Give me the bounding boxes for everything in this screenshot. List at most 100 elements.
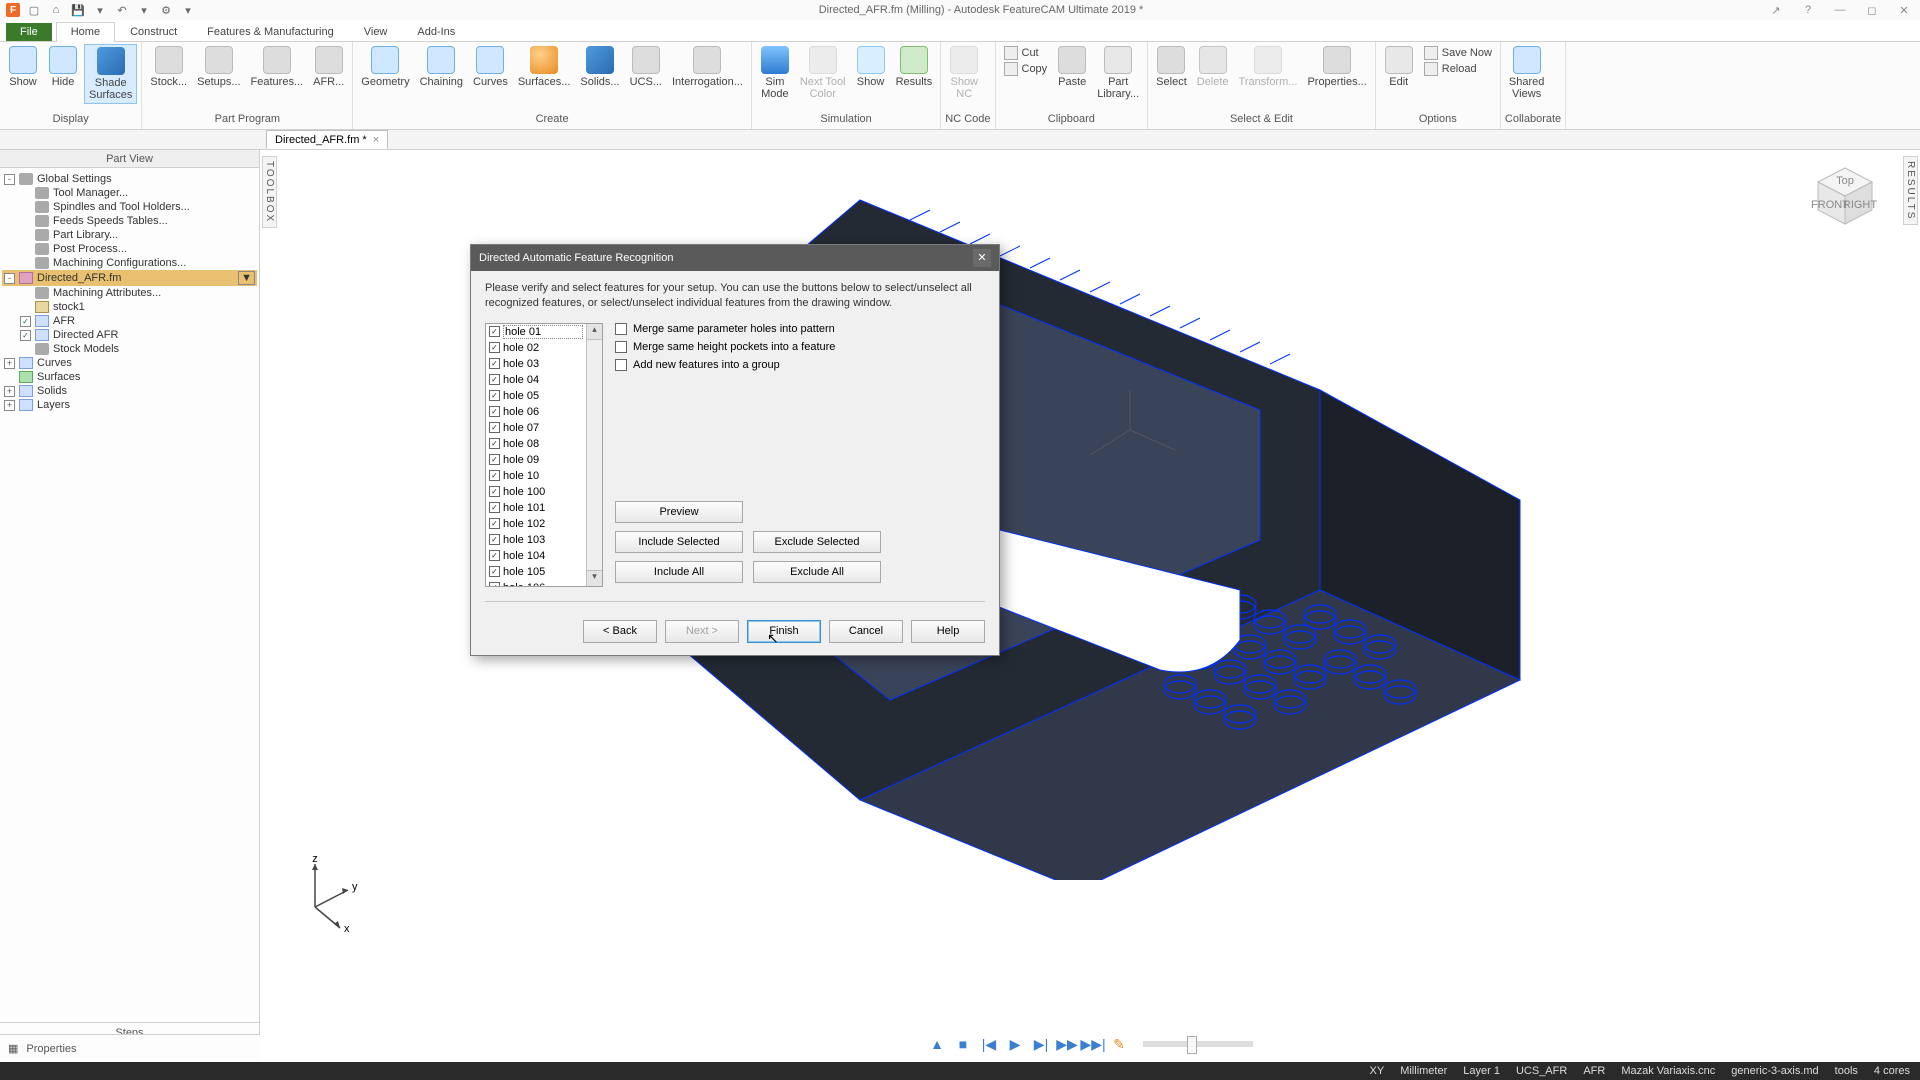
- hide-button[interactable]: Hide: [44, 44, 82, 90]
- tree-item-global-settings[interactable]: -Global Settings: [2, 172, 257, 186]
- tree-item-machining-configurations-[interactable]: Machining Configurations...: [2, 256, 257, 270]
- help-icon[interactable]: ?: [1798, 4, 1818, 17]
- checkbox-icon[interactable]: ✓: [489, 566, 500, 577]
- expand-icon[interactable]: +: [4, 358, 15, 369]
- tab-features-manufacturing[interactable]: Features & Manufacturing: [192, 22, 349, 41]
- properties-row[interactable]: ▦ Properties: [0, 1034, 260, 1062]
- setups--button[interactable]: Setups...: [193, 44, 244, 90]
- tree-item-directed-afr[interactable]: ✓Directed AFR: [2, 328, 257, 342]
- speed-slider[interactable]: [1143, 1041, 1253, 1047]
- checkbox-icon[interactable]: ✓: [489, 454, 500, 465]
- checkbox-icon[interactable]: ✓: [489, 582, 500, 587]
- feature-item[interactable]: ✓hole 03: [486, 356, 586, 372]
- cancel-button[interactable]: Cancel: [829, 620, 903, 643]
- play-icon[interactable]: ▶: [1005, 1034, 1025, 1054]
- option-merge-holes[interactable]: Merge same parameter holes into pattern: [615, 323, 985, 335]
- shade-button[interactable]: ShadeSurfaces: [84, 44, 137, 104]
- tab-add-ins[interactable]: Add-Ins: [402, 22, 470, 41]
- shared-button[interactable]: SharedViews: [1505, 44, 1548, 102]
- checkbox-icon[interactable]: ✓: [489, 358, 500, 369]
- tree-item-curves[interactable]: +Curves: [2, 356, 257, 370]
- tree-item-spindles-and-tool-holders-[interactable]: Spindles and Tool Holders...: [2, 200, 257, 214]
- feature-item[interactable]: ✓hole 106: [486, 580, 586, 587]
- status-item[interactable]: Mazak Variaxis.cnc: [1621, 1065, 1715, 1077]
- feature-item[interactable]: ✓hole 102: [486, 516, 586, 532]
- status-item[interactable]: AFR: [1583, 1065, 1605, 1077]
- back-button[interactable]: < Back: [583, 620, 657, 643]
- feature-item[interactable]: ✓hole 10: [486, 468, 586, 484]
- option-merge-pockets[interactable]: Merge same height pockets into a feature: [615, 341, 985, 353]
- close-icon[interactable]: ×: [373, 134, 379, 146]
- checkbox-icon[interactable]: ✓: [489, 502, 500, 513]
- checkbox-icon[interactable]: ✓: [489, 390, 500, 401]
- save-icon[interactable]: 💾: [70, 4, 86, 17]
- feature-item[interactable]: ✓hole 09: [486, 452, 586, 468]
- features--button[interactable]: Features...: [247, 44, 308, 90]
- tree-item-tool-manager-[interactable]: Tool Manager...: [2, 186, 257, 200]
- checkbox-icon[interactable]: ✓: [489, 550, 500, 561]
- savenow-icon[interactable]: Save Now: [1424, 46, 1492, 60]
- expand-icon[interactable]: +: [4, 386, 15, 397]
- paste-button[interactable]: Paste: [1053, 44, 1091, 90]
- tree-item-solids[interactable]: +Solids: [2, 384, 257, 398]
- feature-item[interactable]: ✓hole 06: [486, 404, 586, 420]
- option-add-group[interactable]: Add new features into a group: [615, 359, 985, 371]
- tree-item-machining-attributes-[interactable]: Machining Attributes...: [2, 286, 257, 300]
- feature-item[interactable]: ✓hole 01: [486, 324, 586, 340]
- part-view-tree[interactable]: -Global SettingsTool Manager...Spindles …: [0, 168, 259, 1022]
- include-all-button[interactable]: Include All: [615, 561, 743, 583]
- tree-item-post-process-[interactable]: Post Process...: [2, 242, 257, 256]
- feature-item[interactable]: ✓hole 101: [486, 500, 586, 516]
- tree-item-layers[interactable]: +Layers: [2, 398, 257, 412]
- toolbox-tab[interactable]: TOOLBOX: [262, 156, 277, 228]
- close-icon[interactable]: ✕: [973, 249, 991, 267]
- stop-icon[interactable]: ■: [953, 1034, 973, 1054]
- copy-icon[interactable]: Copy: [1004, 62, 1048, 76]
- checkbox-icon[interactable]: ✓: [489, 438, 500, 449]
- status-item[interactable]: XY: [1370, 1065, 1385, 1077]
- preview-button[interactable]: Preview: [615, 501, 743, 523]
- scroll-up-icon[interactable]: ▴: [587, 324, 602, 340]
- feature-item[interactable]: ✓hole 07: [486, 420, 586, 436]
- checkbox-icon[interactable]: ✓: [489, 406, 500, 417]
- help-button[interactable]: Help: [911, 620, 985, 643]
- dropdown-icon[interactable]: ▾: [136, 4, 152, 17]
- checkbox-icon[interactable]: ✓: [489, 342, 500, 353]
- checkbox-icon[interactable]: ✓: [20, 316, 31, 327]
- tab-home[interactable]: Home: [56, 22, 115, 41]
- feature-item[interactable]: ✓hole 105: [486, 564, 586, 580]
- checkbox-icon[interactable]: [615, 359, 627, 371]
- status-item[interactable]: Millimeter: [1400, 1065, 1447, 1077]
- gear-icon[interactable]: ⚙: [158, 4, 174, 17]
- status-item[interactable]: Layer 1: [1463, 1065, 1500, 1077]
- expand-icon[interactable]: +: [4, 400, 15, 411]
- close-icon[interactable]: ✕: [1894, 4, 1914, 17]
- checkbox-icon[interactable]: ✓: [489, 374, 500, 385]
- ucs--button[interactable]: UCS...: [626, 44, 666, 90]
- tree-item-stock-models[interactable]: Stock Models: [2, 342, 257, 356]
- minimize-icon[interactable]: —: [1830, 4, 1850, 17]
- ray-icon[interactable]: ↗: [1766, 4, 1786, 17]
- tree-item-directed-afr-fm[interactable]: -Directed_AFR.fm▼: [2, 270, 257, 286]
- dropdown-icon[interactable]: ▼: [238, 271, 255, 285]
- properties--button[interactable]: Properties...: [1303, 44, 1370, 90]
- tree-item-surfaces[interactable]: Surfaces: [2, 370, 257, 384]
- checkbox-icon[interactable]: ✓: [489, 518, 500, 529]
- tree-item-feeds-speeds-tables-[interactable]: Feeds Speeds Tables...: [2, 214, 257, 228]
- dropdown-icon[interactable]: ▾: [180, 4, 196, 17]
- tree-item-part-library-[interactable]: Part Library...: [2, 228, 257, 242]
- feature-item[interactable]: ✓hole 04: [486, 372, 586, 388]
- finish-button[interactable]: Finish: [747, 620, 821, 643]
- pencil-icon[interactable]: ✎: [1109, 1034, 1129, 1054]
- status-item[interactable]: tools: [1835, 1065, 1858, 1077]
- part-button[interactable]: PartLibrary...: [1093, 44, 1143, 102]
- feature-item[interactable]: ✓hole 104: [486, 548, 586, 564]
- reload-icon[interactable]: Reload: [1424, 62, 1492, 76]
- surfaces--button[interactable]: Surfaces...: [514, 44, 575, 90]
- feature-list[interactable]: ✓hole 01✓hole 02✓hole 03✓hole 04✓hole 05…: [485, 323, 603, 587]
- end-icon[interactable]: ▶▶|: [1083, 1034, 1103, 1054]
- curves-button[interactable]: Curves: [469, 44, 512, 90]
- status-item[interactable]: 4 cores: [1874, 1065, 1910, 1077]
- solids--button[interactable]: Solids...: [576, 44, 623, 90]
- stock--button[interactable]: Stock...: [146, 44, 191, 90]
